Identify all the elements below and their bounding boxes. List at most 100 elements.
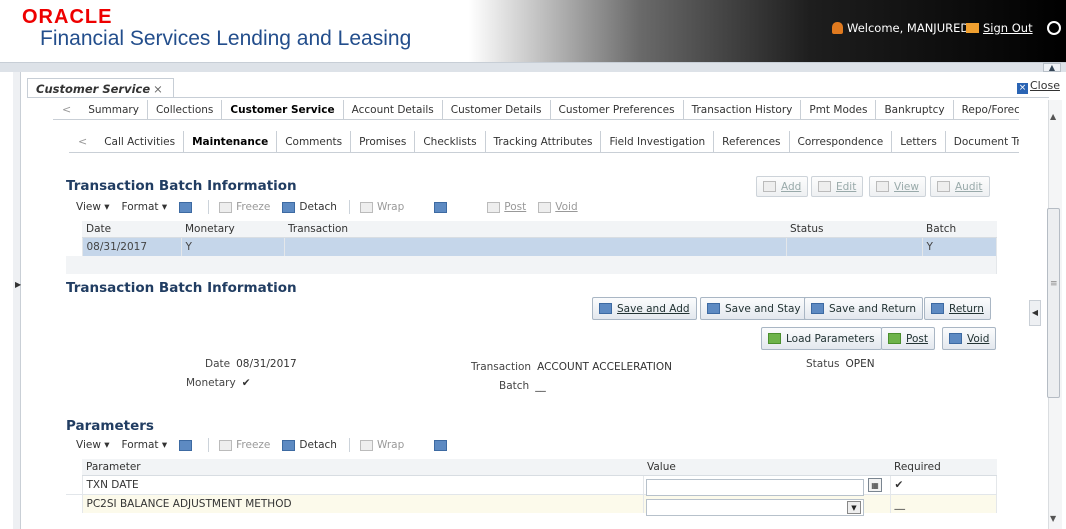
col-value[interactable]: Value xyxy=(643,459,890,476)
right-panel-toggle[interactable]: ◀ xyxy=(1029,300,1041,326)
scrollbar-thumb[interactable] xyxy=(1047,208,1060,398)
detach-button[interactable]: Detach xyxy=(282,201,337,213)
subtab-promises[interactable]: Promises xyxy=(351,131,416,152)
monetary-check-icon: ✔ xyxy=(241,377,251,389)
table-row[interactable]: 08/31/2017 Y Y xyxy=(66,237,997,256)
subtab-call-activities[interactable]: Call Activities xyxy=(96,131,185,152)
save-and-return-button[interactable]: Save and Return xyxy=(804,297,924,320)
view-menu[interactable]: View ▾ xyxy=(76,201,110,213)
subtab-letters[interactable]: Letters xyxy=(892,131,946,152)
subtab-references[interactable]: References xyxy=(714,131,790,152)
customer-service-tab[interactable]: Customer Service × xyxy=(27,78,174,98)
load-parameters-button[interactable]: Load Parameters xyxy=(761,327,882,350)
tab-repo-foreclosure[interactable]: Repo/Foreclosure xyxy=(954,100,1019,119)
tab-customer-service[interactable]: Customer Service xyxy=(222,100,344,119)
user-menu[interactable]: Welcome, MANJURED ▾ xyxy=(832,21,979,35)
view-label: View xyxy=(894,180,919,193)
save-and-add-button[interactable]: Save and Add xyxy=(592,297,697,320)
cell-monetary: Y xyxy=(181,237,285,256)
save-and-stay-button[interactable]: Save and Stay xyxy=(700,297,808,320)
plus-icon xyxy=(768,333,781,344)
export-icon[interactable] xyxy=(179,439,196,451)
add-label: Add xyxy=(781,180,802,193)
date-value: 08/31/2017 xyxy=(236,358,297,370)
refresh-icon[interactable] xyxy=(434,439,451,451)
scroll-down-arrow-icon[interactable]: ▼ xyxy=(1050,514,1056,523)
subtab-maintenance[interactable]: Maintenance xyxy=(184,131,278,152)
date-label: Date xyxy=(205,358,231,370)
freeze-button[interactable]: Freeze xyxy=(219,439,270,451)
welcome-label: Welcome, MANJURED ▾ xyxy=(847,21,979,35)
view-button[interactable]: View xyxy=(869,176,926,197)
txn-date-input[interactable] xyxy=(646,479,864,496)
tab-account-details[interactable]: Account Details xyxy=(344,100,443,119)
toolbar-separator xyxy=(208,200,210,214)
sign-out-link[interactable]: Sign Out xyxy=(966,21,1033,35)
dropdown-arrow-icon[interactable]: ▼ xyxy=(847,501,861,514)
col-date[interactable]: Date xyxy=(82,221,181,238)
transaction-label: Transaction xyxy=(471,361,532,373)
adjustment-method-select[interactable] xyxy=(646,499,864,516)
monetary-label: Monetary xyxy=(186,377,236,389)
col-status[interactable]: Status xyxy=(786,221,922,238)
tab-transaction-history[interactable]: Transaction History xyxy=(684,100,802,119)
wrap-button[interactable]: Wrap xyxy=(359,201,404,213)
post-toolbar-button[interactable]: Post xyxy=(487,201,526,213)
void-button[interactable]: Void xyxy=(942,327,997,350)
subtab-document-tracking[interactable]: Document Tracking xyxy=(946,131,1019,152)
tab-bankruptcy[interactable]: Bankruptcy xyxy=(876,100,954,119)
tab-pmt-modes[interactable]: Pmt Modes xyxy=(801,100,877,119)
help-icon[interactable] xyxy=(1047,21,1061,35)
col-parameter[interactable]: Parameter xyxy=(82,459,643,476)
scroll-up-arrow-icon[interactable]: ▲ xyxy=(1050,112,1056,121)
wrap-button[interactable]: Wrap xyxy=(359,439,404,451)
edit-button[interactable]: Edit xyxy=(811,176,864,197)
tab-customer-preferences[interactable]: Customer Preferences xyxy=(551,100,684,119)
subtab-scroll-left-button[interactable]: < xyxy=(69,131,96,152)
void-icon xyxy=(538,201,552,213)
post-gear-icon xyxy=(888,333,901,344)
edit-label: Edit xyxy=(836,180,857,193)
format-menu[interactable]: Format ▾ xyxy=(122,201,168,213)
save-and-return-label: Save and Return xyxy=(829,302,917,315)
view-menu[interactable]: View ▾ xyxy=(76,439,110,451)
tab-customer-details[interactable]: Customer Details xyxy=(443,100,551,119)
detach-button[interactable]: Detach xyxy=(282,439,337,451)
status-label: Status xyxy=(806,358,840,370)
edit-icon xyxy=(818,181,831,192)
collapse-header-button[interactable]: ▲ xyxy=(1043,63,1061,72)
add-button[interactable]: Add xyxy=(756,176,809,197)
return-button[interactable]: Return xyxy=(924,297,991,320)
save-icon xyxy=(811,303,824,314)
export-icon[interactable] xyxy=(179,201,196,213)
col-required[interactable]: Required xyxy=(890,459,997,476)
void-label: Void xyxy=(555,201,578,213)
col-batch[interactable]: Batch xyxy=(922,221,997,238)
expand-left-icon[interactable]: ▶ xyxy=(15,280,21,289)
subtab-correspondence[interactable]: Correspondence xyxy=(790,131,893,152)
subtab-field-investigation[interactable]: Field Investigation xyxy=(601,131,715,152)
close-tab-icon[interactable]: × xyxy=(153,82,163,96)
audit-button[interactable]: Audit xyxy=(930,176,990,197)
tab-scroll-left-button[interactable]: < xyxy=(53,100,80,119)
left-panel-toggle[interactable] xyxy=(13,72,21,529)
subtab-comments[interactable]: Comments xyxy=(277,131,352,152)
post-label: Post xyxy=(504,201,527,213)
close-button[interactable]: × Close xyxy=(1017,79,1060,94)
void-toolbar-button[interactable]: Void xyxy=(538,201,578,213)
post-button[interactable]: Post xyxy=(881,327,935,350)
calendar-icon[interactable]: ▦ xyxy=(868,478,882,492)
detach-icon xyxy=(282,201,296,213)
detail-section-title: Transaction Batch Information xyxy=(66,280,297,296)
col-transaction[interactable]: Transaction xyxy=(284,221,786,238)
subtab-tracking-attributes[interactable]: Tracking Attributes xyxy=(486,131,602,152)
col-monetary[interactable]: Monetary xyxy=(181,221,284,238)
refresh-icon[interactable] xyxy=(434,201,451,213)
format-menu[interactable]: Format ▾ xyxy=(122,439,168,451)
tab-collections[interactable]: Collections xyxy=(148,100,223,119)
tab-summary[interactable]: Summary xyxy=(80,100,148,119)
panel-border xyxy=(27,97,1049,98)
close-icon: × xyxy=(1017,83,1028,94)
subtab-checklists[interactable]: Checklists xyxy=(415,131,486,152)
freeze-button[interactable]: Freeze xyxy=(219,201,270,213)
